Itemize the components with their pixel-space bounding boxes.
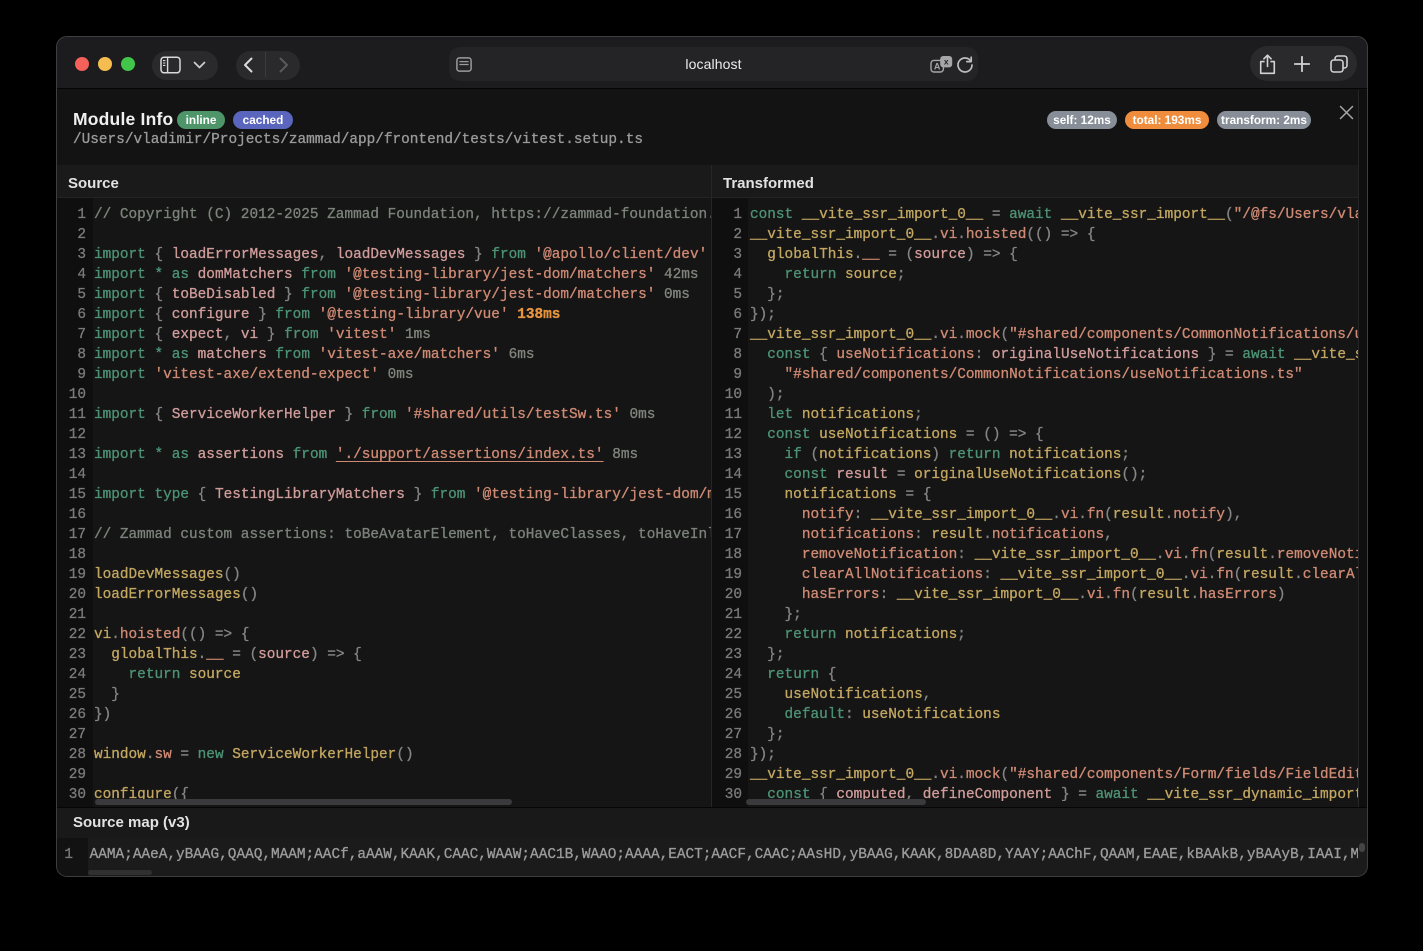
svg-text:A: A — [934, 61, 941, 71]
svg-text:x: x — [944, 57, 949, 67]
